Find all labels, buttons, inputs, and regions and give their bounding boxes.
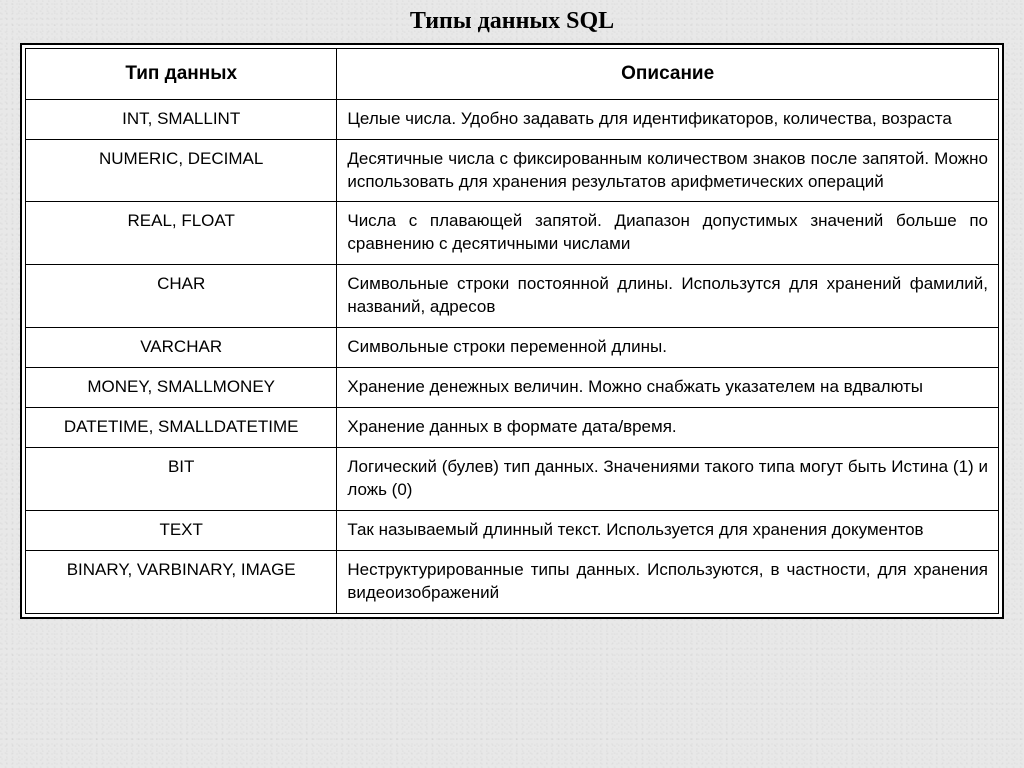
cell-description: Десятичные числа с фиксированным количес… <box>337 139 999 202</box>
cell-description: Логический (булев) тип данных. Значениям… <box>337 448 999 511</box>
cell-type: TEXT <box>26 510 337 550</box>
cell-type: BINARY, VARBINARY, IMAGE <box>26 550 337 613</box>
table-row: DATETIME, SMALLDATETIME Хранение данных … <box>26 408 999 448</box>
table-row: VARCHAR Символьные строки переменной дли… <box>26 328 999 368</box>
table-row: BINARY, VARBINARY, IMAGE Неструктурирова… <box>26 550 999 613</box>
table-row: TEXT Так называемый длинный текст. Испол… <box>26 510 999 550</box>
cell-type: NUMERIC, DECIMAL <box>26 139 337 202</box>
cell-type: MONEY, SMALLMONEY <box>26 368 337 408</box>
cell-type: VARCHAR <box>26 328 337 368</box>
sql-types-table: Тип данных Описание INT, SMALLINT Целые … <box>25 48 999 614</box>
table-row: MONEY, SMALLMONEY Хранение денежных вели… <box>26 368 999 408</box>
cell-type: DATETIME, SMALLDATETIME <box>26 408 337 448</box>
col-header-description: Описание <box>337 49 999 100</box>
col-header-type: Тип данных <box>26 49 337 100</box>
cell-type: INT, SMALLINT <box>26 99 337 139</box>
cell-description: Числа с плавающей запятой. Диапазон допу… <box>337 202 999 265</box>
table-row: REAL, FLOAT Числа с плавающей запятой. Д… <box>26 202 999 265</box>
cell-description: Неструктурированные типы данных. Использ… <box>337 550 999 613</box>
table-row: CHAR Символьные строки постоянной длины.… <box>26 265 999 328</box>
cell-description: Так называемый длинный текст. Использует… <box>337 510 999 550</box>
table-row: NUMERIC, DECIMAL Десятичные числа с фикс… <box>26 139 999 202</box>
cell-type: BIT <box>26 448 337 511</box>
cell-description: Целые числа. Удобно задавать для идентиф… <box>337 99 999 139</box>
table-row: INT, SMALLINT Целые числа. Удобно задава… <box>26 99 999 139</box>
table-frame: Тип данных Описание INT, SMALLINT Целые … <box>20 43 1004 619</box>
cell-description: Хранение данных в формате дата/время. <box>337 408 999 448</box>
cell-description: Символьные строки постоянной длины. Испо… <box>337 265 999 328</box>
page-title: Типы данных SQL <box>20 8 1004 35</box>
table-row: BIT Логический (булев) тип данных. Значе… <box>26 448 999 511</box>
page: Типы данных SQL Тип данных Описание INT,… <box>0 0 1024 768</box>
table-header-row: Тип данных Описание <box>26 49 999 100</box>
cell-type: CHAR <box>26 265 337 328</box>
cell-type: REAL, FLOAT <box>26 202 337 265</box>
cell-description: Символьные строки переменной длины. <box>337 328 999 368</box>
cell-description: Хранение денежных величин. Можно снабжат… <box>337 368 999 408</box>
